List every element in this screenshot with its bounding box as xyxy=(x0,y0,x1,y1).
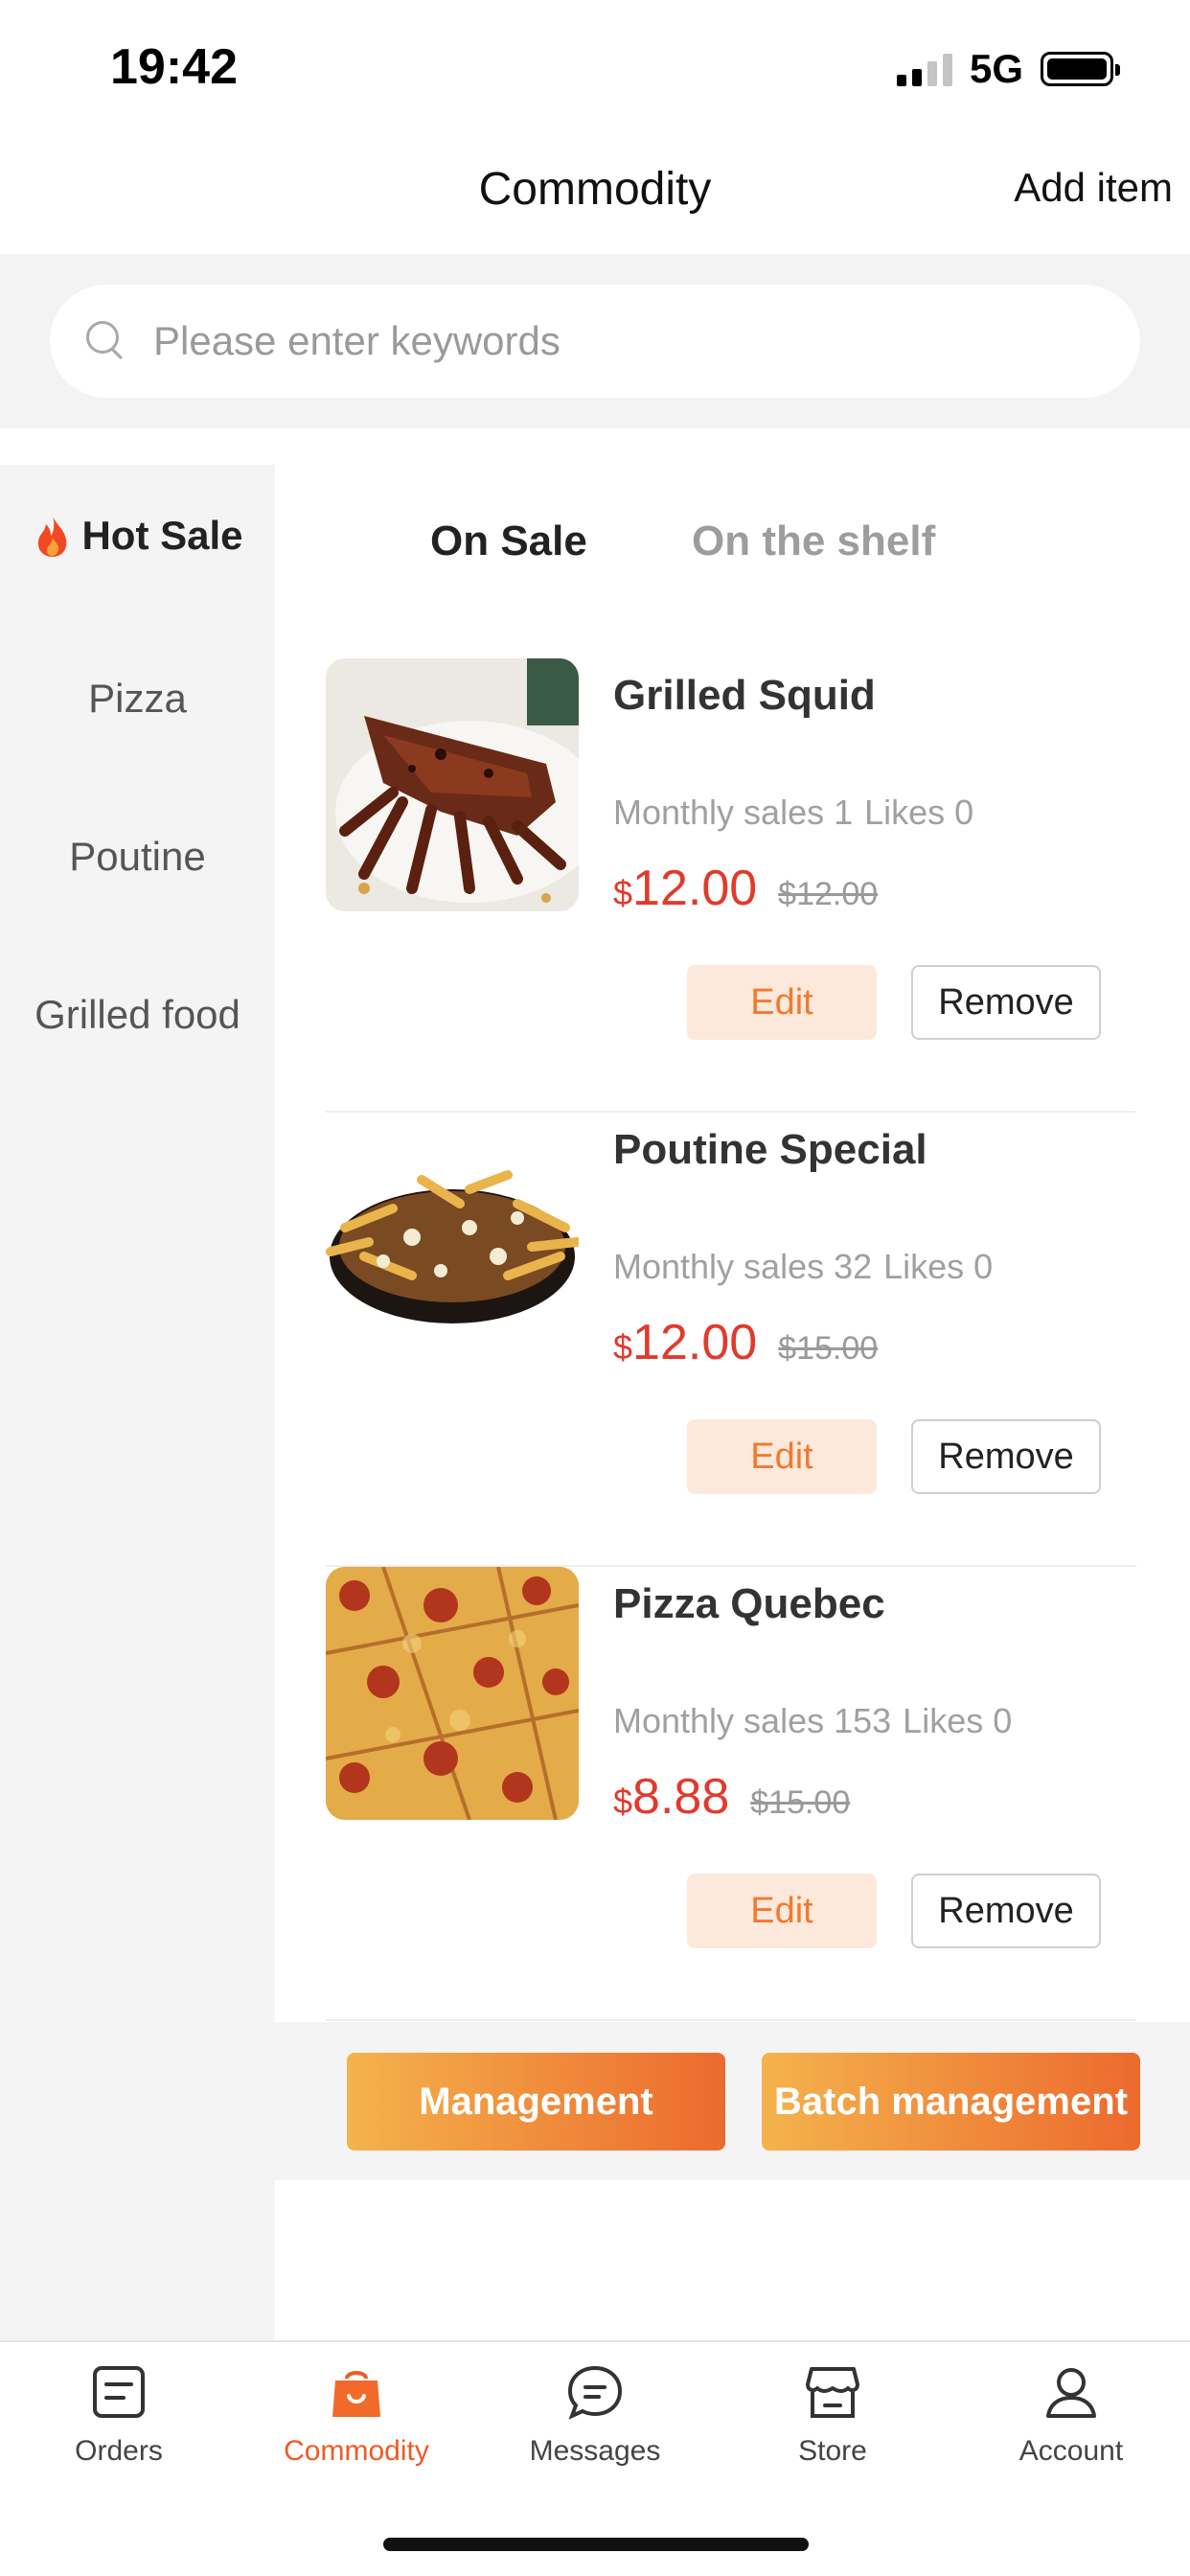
add-item-button[interactable]: Add item xyxy=(1014,165,1173,211)
network-label: 5G xyxy=(969,46,1023,91)
search-box[interactable] xyxy=(50,285,1140,398)
signal-icon xyxy=(896,52,952,86)
flame-icon xyxy=(38,515,67,557)
battery-icon xyxy=(1041,52,1120,86)
product-card: Poutine Special Monthly sales 32 Likes 0… xyxy=(326,1113,1136,1567)
person-icon xyxy=(1046,2368,1096,2418)
management-bar: Management Batch management xyxy=(0,2022,1190,2180)
remove-button[interactable]: Remove xyxy=(911,965,1101,1040)
sidebar-item-hot-sale[interactable]: Hot Sale xyxy=(0,513,275,559)
nav-label: Account xyxy=(1018,2435,1124,2467)
nav-store[interactable]: Store xyxy=(714,2363,951,2468)
nav-commodity[interactable]: Commodity xyxy=(238,2363,475,2468)
product-stats: Monthly sales 153 Likes 0 xyxy=(613,1701,1012,1741)
original-price: $15.00 xyxy=(750,1784,851,1821)
sidebar-item-label: Hot Sale xyxy=(81,513,243,558)
currency-symbol: $ xyxy=(613,873,633,912)
product-name: Poutine Special xyxy=(613,1126,927,1173)
sidebar-item-poutine[interactable]: Poutine xyxy=(0,834,275,880)
product-image-poutine-special xyxy=(326,1113,579,1366)
shopping-bag-icon xyxy=(332,2371,380,2417)
status-bar: 19:42 5G xyxy=(0,0,1190,134)
product-price: $12.00 $12.00 xyxy=(613,860,878,917)
product-price: $12.00 $15.00 xyxy=(613,1314,878,1371)
tab-on-the-shelf[interactable]: On the shelf xyxy=(692,518,935,565)
monthly-sales: Monthly sales 153 xyxy=(613,1701,892,1740)
current-price: 12.00 xyxy=(632,861,758,916)
sidebar-item-grilled-food[interactable]: Grilled food xyxy=(0,992,275,1038)
nav-orders[interactable]: Orders xyxy=(0,2363,238,2468)
nav-label: Store xyxy=(798,2435,867,2467)
home-indicator xyxy=(383,2538,809,2551)
edit-button[interactable]: Edit xyxy=(687,1874,877,1948)
search-bar xyxy=(0,254,1190,428)
product-card: Pizza Quebec Monthly sales 153 Likes 0 $… xyxy=(326,1567,1136,2021)
product-stats: Monthly sales 1 Likes 0 xyxy=(613,793,973,833)
edit-button[interactable]: Edit xyxy=(687,965,877,1040)
likes-count: Likes 0 xyxy=(903,1701,1013,1740)
page-header: Commodity Add item xyxy=(0,134,1190,254)
likes-count: Likes 0 xyxy=(864,793,974,832)
nav-account[interactable]: Account xyxy=(952,2363,1190,2468)
store-icon xyxy=(806,2367,859,2418)
current-price: 12.00 xyxy=(632,1315,758,1370)
tab-on-sale[interactable]: On Sale xyxy=(430,518,587,565)
currency-symbol: $ xyxy=(613,1327,633,1367)
batch-management-button[interactable]: Batch management xyxy=(762,2053,1140,2150)
original-price: $12.00 xyxy=(778,876,879,912)
search-input[interactable] xyxy=(153,318,1016,364)
remove-button[interactable]: Remove xyxy=(911,1874,1101,1948)
likes-count: Likes 0 xyxy=(883,1247,994,1286)
product-stats: Monthly sales 32 Likes 0 xyxy=(613,1247,993,1287)
original-price: $15.00 xyxy=(778,1330,879,1367)
orders-icon xyxy=(93,2366,145,2418)
product-name: Pizza Quebec xyxy=(613,1580,885,1627)
remove-button[interactable]: Remove xyxy=(911,1419,1101,1494)
management-button[interactable]: Management xyxy=(347,2053,725,2150)
monthly-sales: Monthly sales 32 xyxy=(613,1247,873,1286)
search-icon xyxy=(84,319,128,363)
product-card: Grilled Squid Monthly sales 1 Likes 0 $1… xyxy=(326,658,1136,1113)
nav-label: Commodity xyxy=(284,2435,429,2467)
currency-symbol: $ xyxy=(613,1782,633,1821)
sidebar-item-pizza[interactable]: Pizza xyxy=(0,676,275,722)
status-time: 19:42 xyxy=(110,39,238,95)
page-title: Commodity xyxy=(478,164,712,215)
product-price: $8.88 $15.00 xyxy=(613,1768,850,1826)
nav-messages[interactable]: Messages xyxy=(476,2363,714,2468)
nav-label: Messages xyxy=(529,2435,661,2467)
nav-label: Orders xyxy=(75,2435,163,2467)
monthly-sales: Monthly sales 1 xyxy=(613,793,854,832)
edit-button[interactable]: Edit xyxy=(687,1419,877,1494)
current-price: 8.88 xyxy=(632,1769,730,1825)
product-name: Grilled Squid xyxy=(613,672,876,719)
product-image-pizza-quebec xyxy=(326,1567,579,1820)
chat-icon xyxy=(567,2365,623,2420)
product-image-grilled-squid xyxy=(326,658,579,911)
status-indicators: 5G xyxy=(896,46,1120,92)
